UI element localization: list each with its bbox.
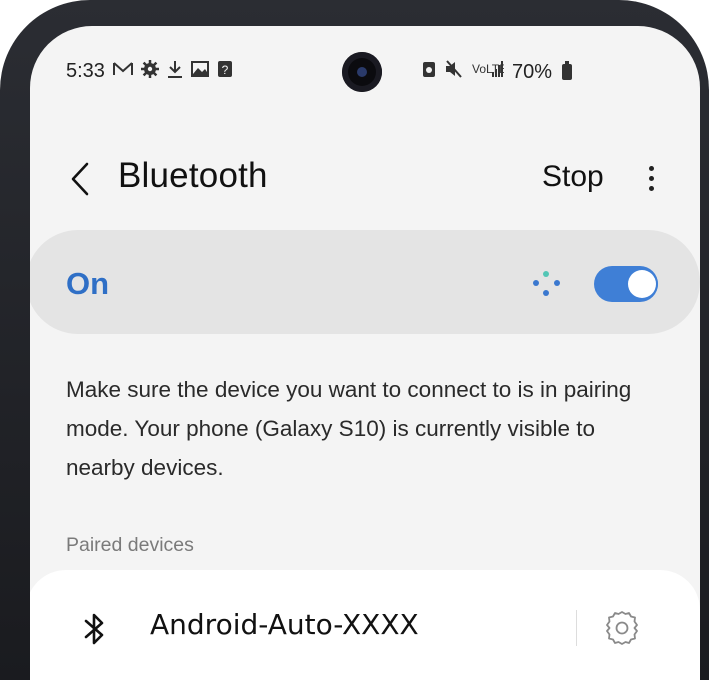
bluetooth-toggle-card[interactable]: On — [30, 230, 700, 334]
paired-devices-header: Paired devices — [66, 534, 194, 556]
device-settings-button[interactable] — [602, 608, 642, 648]
more-vert-icon-dot — [648, 185, 654, 191]
back-button[interactable] — [60, 156, 100, 202]
bluetooth-icon — [84, 613, 104, 645]
gear-icon — [606, 611, 638, 645]
paired-device-item[interactable]: Android-Auto-XXXX — [30, 570, 700, 680]
phone-frame: 5:33 ? VoLTE 70% Bluetooth Stop On Make … — [0, 0, 709, 680]
battery-percent: 70% — [512, 60, 553, 83]
more-vert-icon-dot — [648, 175, 654, 181]
signal-icon: VoLTE — [472, 60, 507, 84]
status-bar: 5:33 ? VoLTE 70% — [30, 26, 700, 116]
switch-thumb — [628, 270, 656, 298]
status-time: 5:33 — [66, 60, 105, 82]
status-left: 5:33 ? — [66, 60, 233, 83]
scanning-icon — [533, 271, 560, 296]
front-camera — [342, 52, 382, 92]
svg-text:?: ? — [222, 63, 229, 77]
settings-icon — [140, 60, 159, 83]
gmail-icon — [112, 61, 133, 82]
page-title: Bluetooth — [118, 156, 268, 195]
device-name: Android-Auto-XXXX — [150, 608, 419, 641]
notification-icon: ? — [217, 60, 233, 83]
bluetooth-switch[interactable] — [594, 266, 658, 302]
status-right: VoLTE 70% — [422, 60, 573, 84]
mute-icon — [444, 60, 464, 84]
stop-button[interactable]: Stop — [542, 160, 604, 194]
toggle-label: On — [66, 266, 110, 301]
battery-icon — [562, 61, 573, 80]
screen: 5:33 ? VoLTE 70% Bluetooth Stop On Make … — [30, 26, 700, 680]
more-vert-icon — [648, 165, 654, 171]
gallery-icon — [190, 61, 209, 82]
more-options-button[interactable] — [636, 158, 666, 198]
app-bar: Bluetooth Stop — [30, 146, 700, 216]
chevron-left-icon — [71, 162, 89, 196]
battery-saver-icon — [422, 60, 436, 84]
pairing-description: Make sure the device you want to connect… — [66, 377, 632, 480]
divider — [576, 610, 577, 646]
download-icon — [167, 60, 183, 83]
